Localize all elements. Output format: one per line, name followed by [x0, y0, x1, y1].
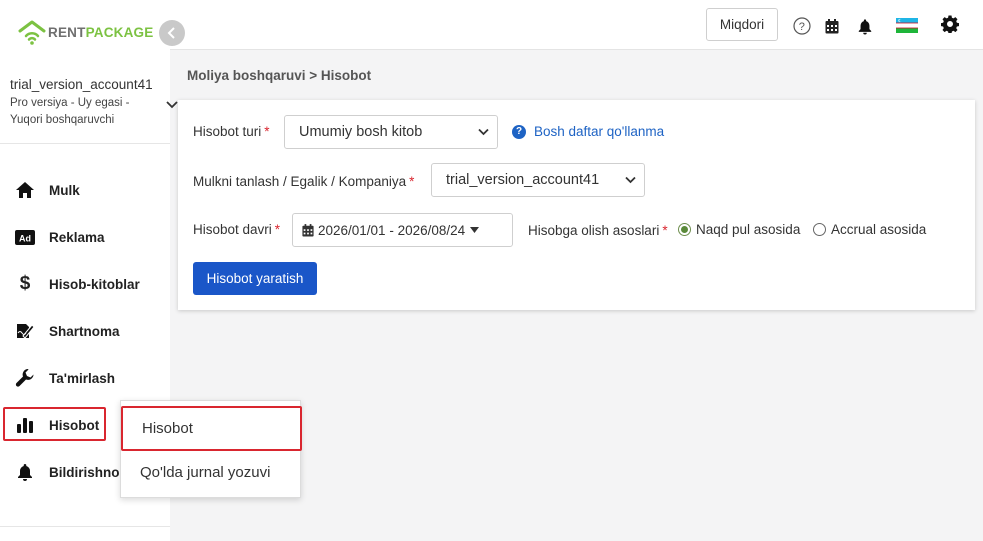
- notification-bell-icon[interactable]: [856, 17, 874, 35]
- report-submenu: Hisobot Qo'lda jurnal yozuvi: [120, 400, 302, 498]
- sidebar-item-reklama[interactable]: Ad Reklama: [0, 222, 170, 252]
- sidebar-item-mulk[interactable]: Mulk: [0, 175, 170, 205]
- quantity-button[interactable]: Miqdori: [706, 8, 778, 41]
- property-label: Mulkni tanlash / Egalik / Kompaniya *: [193, 174, 415, 189]
- calendar-icon: [302, 223, 314, 236]
- accrual-basis-radio[interactable]: Accrual asosida: [813, 222, 926, 237]
- submenu-item-hisobot[interactable]: Hisobot: [121, 406, 302, 451]
- radio-indicator: [813, 223, 826, 236]
- help-icon[interactable]: ?: [793, 17, 811, 35]
- sidebar-divider: [0, 143, 170, 144]
- brand-name: RENTPACKAGE: [48, 24, 154, 40]
- submenu-item-manual-journal[interactable]: Qo'lda jurnal yozuvi: [121, 451, 302, 493]
- accounting-basis-label: Hisobga olish asoslari *: [528, 223, 668, 238]
- chevron-down-icon[interactable]: [166, 100, 178, 110]
- sidebar-collapse-button[interactable]: [159, 20, 185, 46]
- brand-logo[interactable]: RENTPACKAGE: [18, 19, 153, 45]
- gear-icon[interactable]: [941, 15, 959, 33]
- bell-icon: [14, 462, 36, 482]
- wrench-icon: [14, 368, 36, 388]
- top-bar: Miqdori ?: [170, 0, 983, 50]
- report-type-label: Hisobot turi *: [193, 124, 270, 139]
- chevron-down-icon: [625, 176, 636, 184]
- generate-report-button[interactable]: Hisobot yaratish: [193, 262, 317, 295]
- svg-text:?: ?: [799, 21, 805, 33]
- question-circle-icon: ?: [512, 124, 526, 139]
- flag-icon[interactable]: [896, 16, 918, 34]
- sidebar-item-tamirlash[interactable]: Ta'mirlash: [0, 363, 170, 393]
- contract-icon: [14, 321, 36, 341]
- account-name: trial_version_account41: [10, 77, 153, 92]
- account-switcher[interactable]: trial_version_account41 Pro versiya - Uy…: [10, 77, 170, 129]
- sidebar-item-shartnoma[interactable]: Shartnoma: [0, 316, 170, 346]
- active-item-highlight: [3, 407, 106, 441]
- report-period-picker[interactable]: 2026/01/01 - 2026/08/24: [292, 213, 513, 247]
- house-wifi-logo-icon: [18, 20, 46, 45]
- account-plan: Pro versiya - Uy egasi - Yuqori boshqaru…: [10, 97, 130, 126]
- report-type-select[interactable]: Umumiy bosh kitob: [284, 115, 498, 149]
- property-select[interactable]: trial_version_account41: [431, 163, 645, 197]
- dollar-icon: $: [19, 273, 31, 294]
- sidebar-item-hisob-kitoblar[interactable]: $ Hisob-kitoblar: [0, 269, 170, 299]
- svg-text:Ad: Ad: [19, 233, 31, 243]
- breadcrumb: Moliya boshqaruvi > Hisobot: [187, 68, 372, 83]
- report-form-card: Hisobot turi * Umumiy bosh kitob ? Bosh d…: [178, 100, 975, 310]
- sidebar-divider-bottom: [0, 526, 170, 527]
- report-period-label: Hisobot davri *: [193, 222, 281, 237]
- radio-selected-indicator: [678, 223, 691, 236]
- caret-down-icon: [470, 227, 480, 233]
- home-icon: [14, 180, 36, 200]
- chevron-left-icon: [167, 27, 175, 39]
- ad-icon: Ad: [14, 227, 36, 247]
- cash-basis-radio[interactable]: Naqd pul asosida: [678, 222, 800, 237]
- general-ledger-guide-link[interactable]: ? Bosh daftar qo'llanma: [512, 124, 664, 139]
- calendar-icon[interactable]: [823, 17, 841, 35]
- chevron-down-icon: [478, 128, 489, 136]
